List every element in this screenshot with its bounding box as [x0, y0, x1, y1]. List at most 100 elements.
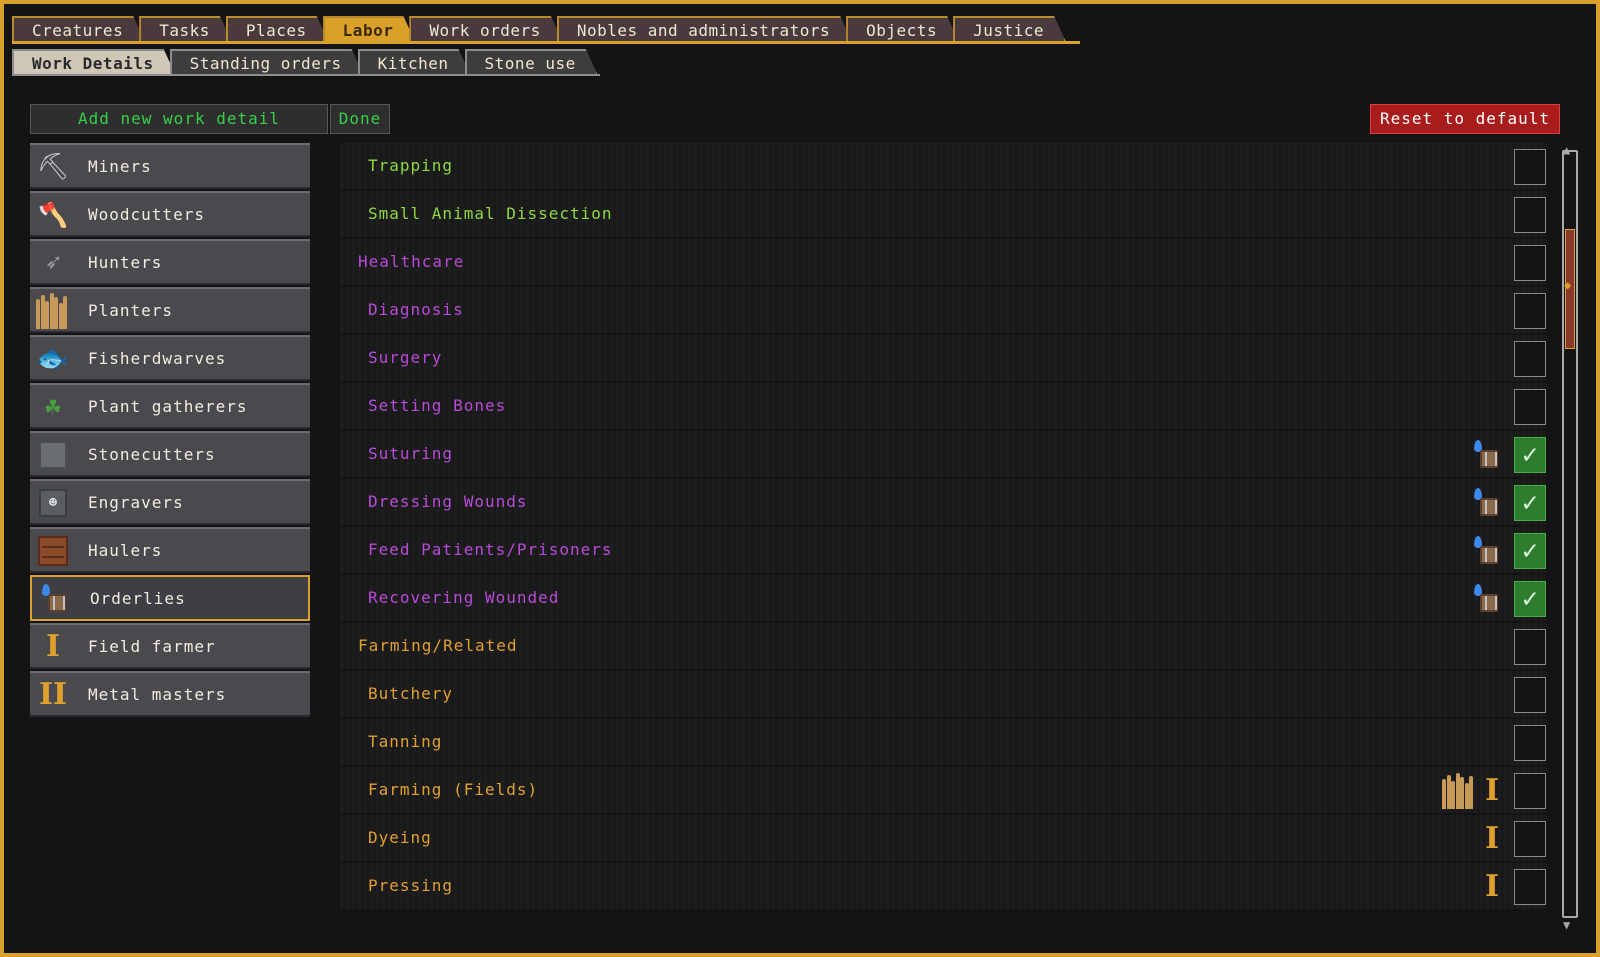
tab-work-orders[interactable]: Work orders: [409, 16, 562, 42]
labor-checkbox[interactable]: [1514, 341, 1546, 377]
labor-row-setting-bones: Setting Bones: [340, 383, 1546, 429]
labor-checkbox[interactable]: [1514, 773, 1546, 809]
wheat-icon: [1442, 773, 1476, 809]
work-detail-woodcutters[interactable]: 🪓 Woodcutters: [30, 191, 310, 237]
scrollbar-thumb[interactable]: [1564, 229, 1575, 349]
done-button[interactable]: Done: [330, 104, 390, 134]
pickaxe-icon: ⛏: [36, 152, 70, 182]
labor-checkbox[interactable]: [1514, 821, 1546, 857]
subtab-stone-use[interactable]: Stone use: [465, 49, 598, 75]
labor-label: Healthcare: [358, 252, 465, 271]
subtab-work-details[interactable]: Work Details: [12, 49, 176, 75]
labor-checkbox[interactable]: [1514, 725, 1546, 761]
work-detail-plant-gatherers[interactable]: ☘ Plant gatherers: [30, 383, 310, 429]
subtab-standing-orders[interactable]: Standing orders: [170, 49, 364, 75]
work-detail-stonecutters[interactable]: Stonecutters: [30, 431, 310, 477]
labor-checkbox[interactable]: ✓: [1514, 437, 1546, 473]
work-detail-icon-slot: 🐟: [36, 342, 70, 376]
labor-checkbox[interactable]: [1514, 293, 1546, 329]
labor-row-butchery: Butchery: [340, 671, 1546, 717]
tab-labor[interactable]: Labor: [323, 16, 416, 42]
labor-assigned-icons: I: [1442, 773, 1502, 809]
add-work-detail-button[interactable]: Add new work detail: [30, 104, 328, 134]
reset-to-default-button[interactable]: Reset to default: [1370, 104, 1560, 134]
work-detail-engravers[interactable]: ☻ Engravers: [30, 479, 310, 525]
tab-nobles-and-administrators[interactable]: Nobles and administrators: [557, 16, 852, 42]
work-detail-label: Plant gatherers: [88, 397, 248, 416]
labor-label: Suturing: [368, 444, 454, 463]
labor-label: Dyeing: [368, 828, 432, 847]
work-detail-hunters[interactable]: ➶ Hunters: [30, 239, 310, 285]
labor-checkbox[interactable]: [1514, 869, 1546, 905]
subtab-kitchen[interactable]: Kitchen: [358, 49, 471, 75]
scroll-down-arrow-icon[interactable]: ▼: [1563, 918, 1570, 932]
work-detail-icon-slot: [36, 438, 70, 472]
roman-one-icon: I: [1484, 821, 1500, 856]
crate-icon: [38, 536, 68, 566]
work-detail-list: ⛏ Miners 🪓 Woodcutters ➶ Hunters Planters 🐟 Fish…: [30, 143, 310, 719]
roman-one-icon: I: [1484, 869, 1500, 904]
wheat-icon: [36, 293, 70, 329]
work-detail-icon-slot: [36, 534, 70, 568]
work-detail-icon-slot: II: [36, 678, 70, 712]
labor-label: Trapping: [368, 156, 454, 175]
labor-checkbox[interactable]: ✓: [1514, 581, 1546, 617]
labor-checkbox[interactable]: ✓: [1514, 533, 1546, 569]
labor-label: Diagnosis: [368, 300, 464, 319]
work-detail-field-farmer[interactable]: I Field farmer: [30, 623, 310, 669]
labor-assigned-icons: [1472, 485, 1502, 521]
labor-label: Butchery: [368, 684, 454, 703]
labor-row-surgery: Surgery: [340, 335, 1546, 381]
labor-checkbox[interactable]: [1514, 245, 1546, 281]
axe-icon: 🪓: [38, 201, 68, 229]
work-detail-fisherdwarves[interactable]: 🐟 Fisherdwarves: [30, 335, 310, 381]
labor-row-suturing: Suturing ✓: [340, 431, 1546, 477]
roman-two-icon: II: [38, 677, 68, 712]
labor-row-feed-patients-prisoners: Feed Patients/Prisoners ✓: [340, 527, 1546, 573]
fish-icon: 🐟: [36, 344, 70, 374]
work-detail-planters[interactable]: Planters: [30, 287, 310, 333]
labor-label: Recovering Wounded: [368, 588, 560, 607]
tab-places[interactable]: Places: [226, 16, 329, 42]
labor-checkbox[interactable]: ✓: [1514, 485, 1546, 521]
work-detail-haulers[interactable]: Haulers: [30, 527, 310, 573]
roman-one-icon: I: [45, 629, 61, 664]
checkmark-icon: ✓: [1522, 440, 1538, 470]
roman-one-icon: I: [1484, 773, 1500, 808]
checkmark-icon: ✓: [1522, 584, 1538, 614]
work-detail-orderlies[interactable]: Orderlies: [30, 575, 310, 621]
labor-checkbox[interactable]: [1514, 149, 1546, 185]
labor-checkbox[interactable]: [1514, 389, 1546, 425]
labor-label: Small Animal Dissection: [368, 204, 613, 223]
labor-row-tanning: Tanning: [340, 719, 1546, 765]
work-detail-metal-masters[interactable]: II Metal masters: [30, 671, 310, 717]
work-detail-label: Woodcutters: [88, 205, 205, 224]
water-bucket-icon: [40, 584, 70, 614]
tab-tasks[interactable]: Tasks: [139, 16, 232, 42]
labor-label: Setting Bones: [368, 396, 507, 415]
work-detail-label: Fisherdwarves: [88, 349, 227, 368]
work-detail-label: Hunters: [88, 253, 163, 272]
labor-label: Tanning: [368, 732, 443, 751]
labor-category-farming-related: Farming/Related: [340, 623, 1546, 669]
work-detail-label: Field farmer: [88, 637, 216, 656]
labor-checkbox[interactable]: [1514, 677, 1546, 713]
tab-objects[interactable]: Objects: [846, 16, 959, 42]
work-detail-miners[interactable]: ⛏ Miners: [30, 143, 310, 189]
labor-checkbox[interactable]: [1514, 629, 1546, 665]
labor-row-diagnosis: Diagnosis: [340, 287, 1546, 333]
work-detail-label: Planters: [88, 301, 174, 320]
water-bucket-icon: [1472, 584, 1502, 614]
scrollbar[interactable]: [1562, 150, 1578, 918]
tab-justice[interactable]: Justice: [953, 16, 1066, 42]
labor-assigned-icons: [1472, 581, 1502, 617]
water-bucket-icon: [1472, 488, 1502, 518]
work-detail-label: Miners: [88, 157, 152, 176]
sub-tab-bar: Work Details Standing orders Kitchen Stone …: [12, 49, 592, 75]
labor-checkbox[interactable]: [1514, 197, 1546, 233]
labor-category-healthcare: Healthcare: [340, 239, 1546, 285]
work-detail-icon-slot: I: [36, 630, 70, 664]
tab-creatures[interactable]: Creatures: [12, 16, 145, 42]
labor-label: Farming/Related: [358, 636, 518, 655]
crossbow-icon: ➶: [45, 248, 61, 278]
